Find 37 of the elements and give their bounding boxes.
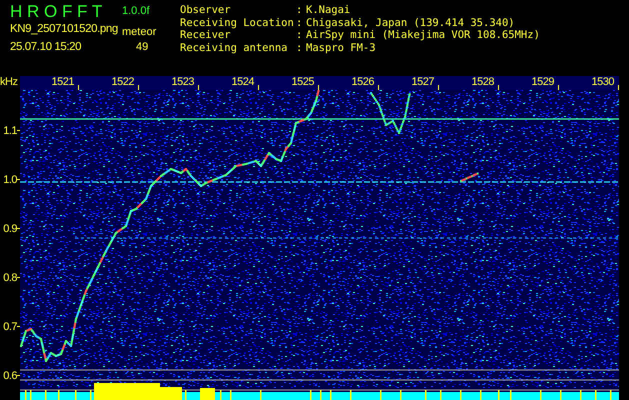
info-label: Observer bbox=[180, 4, 232, 16]
info-separator: : bbox=[296, 4, 304, 16]
info-value: Maspro FM-3 bbox=[306, 42, 377, 54]
meteor-echo-trace bbox=[370, 92, 411, 134]
axis-label: 1.0 bbox=[0, 155, 20, 204]
count-value: 49 bbox=[135, 41, 150, 53]
info-value: K.Nagai bbox=[306, 4, 352, 16]
axis-label: 1529 bbox=[532, 76, 554, 88]
axis-label: 0.7 bbox=[0, 302, 20, 351]
axis-label: 1522 bbox=[112, 76, 134, 88]
version-label: 1.0.0f bbox=[122, 5, 151, 17]
axis-label: 1524 bbox=[232, 76, 254, 88]
info-value: AirSpy mini (Miakejima VOR 108.65MHz) bbox=[306, 29, 540, 42]
axis-label: 1523 bbox=[172, 76, 194, 88]
axis-label: 1528 bbox=[472, 76, 494, 88]
info-separator: : bbox=[296, 16, 304, 29]
timestamp-label: 25.07.10 15:20 bbox=[10, 41, 82, 53]
info-label: Receiving antenna bbox=[180, 42, 288, 54]
axis-label: 1525 bbox=[292, 76, 314, 88]
meteor-echo-trace bbox=[460, 172, 479, 182]
axis-label: 0.9 bbox=[0, 204, 20, 253]
axis-label: 1527 bbox=[412, 76, 434, 88]
count-label: meteor bbox=[122, 26, 158, 38]
axis-label: 1530 bbox=[592, 76, 614, 88]
info-value: Chigasaki, Japan (139.414 35.340) bbox=[306, 16, 516, 29]
axis-label: 1526 bbox=[352, 76, 374, 88]
axis-label: 0.8 bbox=[0, 253, 20, 302]
filename-label: KN9_2507101520.png bbox=[10, 23, 119, 35]
axis-unit-label: kHz bbox=[0, 76, 18, 88]
info-separator: : bbox=[296, 29, 304, 42]
info-label: Receiver bbox=[180, 29, 232, 42]
axis-label: 1.1 bbox=[0, 106, 20, 155]
axis-label: 1521 bbox=[52, 76, 74, 88]
info-label: Receiving Location bbox=[180, 16, 295, 29]
info-separator: : bbox=[296, 42, 304, 54]
app-title: H R O F F T bbox=[10, 2, 104, 20]
axis-label: 0.6 bbox=[0, 351, 20, 400]
